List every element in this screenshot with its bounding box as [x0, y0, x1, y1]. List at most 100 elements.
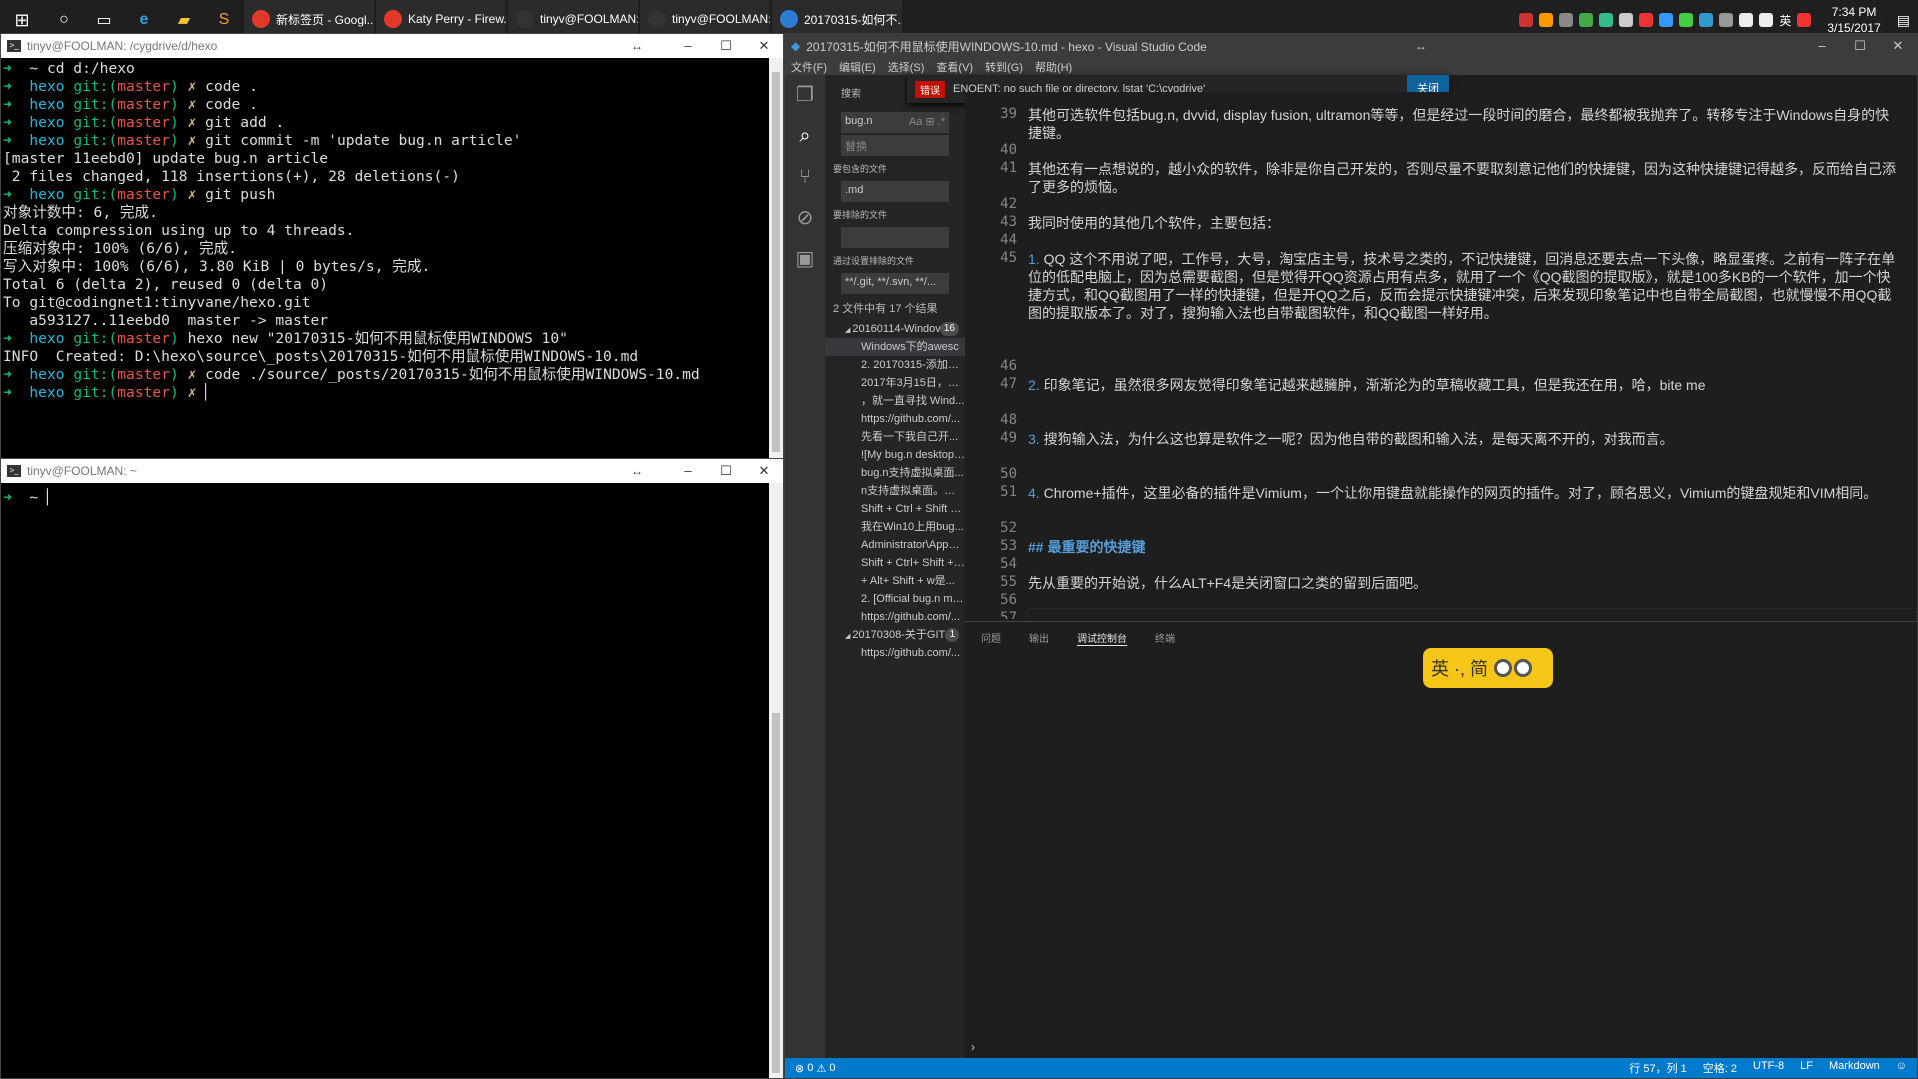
resize-icon[interactable]: ↔	[631, 464, 643, 478]
result-match[interactable]: bug.n支持虚拟桌面...	[825, 464, 965, 482]
ime-toolbar[interactable]: 英 ·, 简	[1423, 648, 1553, 688]
result-match[interactable]: ![My bug.n desktop ...	[825, 446, 965, 464]
minimize-button[interactable]: –	[669, 34, 707, 58]
terminal-window-2[interactable]: >_ tinyv@FOOLMAN: ~ ↔ – ☐ ✕ ➜ ~ ▏	[0, 458, 784, 1079]
panel-tab[interactable]: 问题	[981, 630, 1001, 646]
git-icon[interactable]: ⑂	[785, 157, 825, 198]
extensions-icon[interactable]: ▣	[785, 239, 825, 280]
result-match[interactable]: ，就一直寻找 Wind...	[825, 392, 965, 410]
panel-tab[interactable]: 调试控制台	[1077, 630, 1127, 646]
result-match[interactable]: https://github.com/...	[825, 410, 965, 428]
ime-icon[interactable]	[1797, 13, 1812, 27]
search-results: ◢ 20160114-Windov 16 Windows下的awesc 2. 2017…	[825, 320, 965, 662]
bluetooth-icon[interactable]	[1719, 13, 1734, 27]
menu-item[interactable]: 查看(V)	[936, 59, 973, 75]
result-text: 2017年3月15日，放...	[861, 377, 965, 389]
result-match[interactable]: Administrator\AppD...	[825, 536, 965, 554]
menu-item[interactable]: 选择(S)	[888, 59, 925, 75]
result-match[interactable]: 2017年3月15日，放...	[825, 374, 965, 392]
replace-input[interactable]: 替换	[841, 135, 949, 156]
panel-tab[interactable]: 终端	[1155, 630, 1175, 646]
language-mode[interactable]: Markdown	[1829, 1060, 1880, 1076]
scrollbar[interactable]	[769, 58, 783, 458]
include-input[interactable]: .md	[841, 181, 949, 202]
terminal-title-bar[interactable]: >_ tinyv@FOOLMAN: /cygdrive/d/hexo ↔ – ☐ ✕	[1, 34, 783, 58]
debug-icon[interactable]: ⊘	[785, 198, 825, 239]
result-file[interactable]: ◢ 20170308-关于GITI 1	[825, 626, 965, 644]
result-file[interactable]: ◢ 20160114-Windov 16	[825, 320, 965, 338]
tray-icon[interactable]	[1639, 13, 1654, 27]
tray-icon[interactable]	[1519, 13, 1534, 27]
tray-icon[interactable]	[1699, 13, 1714, 27]
tray-icon[interactable]	[1679, 13, 1694, 27]
terminal-output[interactable]: ➜ ~ ▏	[1, 483, 783, 1073]
tray-icon[interactable]	[1619, 13, 1634, 27]
window-title: tinyv@FOOLMAN: /cygdrive/d/hexo	[27, 39, 218, 53]
result-match[interactable]: 先看一下我自己开...	[825, 428, 965, 446]
vscode-title-bar[interactable]: ◆ 20170315-如何不用鼠标使用WINDOWS-10.md - hexo -…	[785, 34, 1917, 58]
explorer-icon[interactable]: ❐	[785, 75, 825, 116]
warning-count[interactable]: 0	[829, 1062, 835, 1074]
result-match[interactable]: + Alt+ Shift + w是...	[825, 572, 965, 590]
resize-icon[interactable]: ↔	[1415, 39, 1427, 53]
network-icon[interactable]	[1739, 13, 1754, 27]
menu-item[interactable]: 转到(G)	[985, 59, 1023, 75]
result-match[interactable]: https://github.com/...	[825, 608, 965, 626]
settings-exclude-label: 通过设置排除的文件	[833, 256, 915, 266]
result-match[interactable]: Windows下的awesc	[825, 338, 965, 356]
cursor-position[interactable]: 行 57，列 1	[1629, 1060, 1686, 1076]
maximize-button[interactable]: ☐	[707, 34, 745, 58]
close-button[interactable]: ✕	[745, 34, 783, 58]
exclude-input[interactable]	[841, 227, 949, 248]
tray-icon[interactable]	[1659, 13, 1674, 27]
result-text: https://github.com/...	[861, 413, 961, 425]
menu-item[interactable]: 编辑(E)	[839, 59, 876, 75]
close-button[interactable]: ✕	[745, 459, 783, 483]
result-match[interactable]: 我在Win10上用bug...	[825, 518, 965, 536]
search-icon[interactable]: ⌕	[785, 116, 825, 157]
tray-icon[interactable]	[1559, 13, 1574, 27]
result-match[interactable]: 2. [Official bug.n ma...	[825, 590, 965, 608]
minimize-button[interactable]: –	[1803, 34, 1841, 58]
error-count[interactable]: 0	[807, 1062, 813, 1074]
result-match[interactable]: 2. 20170315-添加内...	[825, 356, 965, 374]
terminal-window-1[interactable]: >_ tinyv@FOOLMAN: /cygdrive/d/hexo ↔ – ☐ ✕ …	[0, 33, 784, 459]
result-match[interactable]: Shift + Ctrl+ Shift + ...	[825, 554, 965, 572]
menu-item[interactable]: 文件(F)	[791, 59, 827, 75]
scrollbar[interactable]	[769, 483, 783, 1078]
maximize-button[interactable]: ☐	[707, 459, 745, 483]
menu-item[interactable]: 帮助(H)	[1035, 59, 1072, 75]
terminal-output[interactable]: ➜ ~ cd d:/hexo ➜ hexo git:(master) ✗ cod…	[1, 58, 769, 458]
feedback-icon[interactable]: ☺	[1896, 1060, 1907, 1076]
encoding[interactable]: UTF-8	[1753, 1060, 1784, 1076]
close-button[interactable]: ✕	[1879, 34, 1917, 58]
result-match[interactable]: n支持虚拟桌面。Wi...	[825, 482, 965, 500]
volume-icon[interactable]	[1759, 13, 1774, 27]
input-language-indicator[interactable]: 英	[1779, 12, 1791, 29]
result-text: 20160114-Windov	[852, 323, 941, 335]
notification-icon[interactable]: ▤	[1897, 12, 1910, 29]
minimize-button[interactable]: –	[669, 459, 707, 483]
result-match[interactable]: https://github.com/...	[825, 644, 965, 662]
indentation[interactable]: 空格: 2	[1703, 1060, 1737, 1076]
result-text: Shift + Ctrl+ Shift + ...	[861, 557, 965, 569]
taskbar-item-label: 新标签页 - Googl...	[276, 12, 374, 27]
resize-icon[interactable]: ↔	[631, 39, 643, 53]
window-title: tinyv@FOOLMAN: ~	[27, 464, 137, 478]
line-ending[interactable]: LF	[1800, 1060, 1813, 1076]
tray-icon[interactable]	[1579, 13, 1594, 27]
result-match[interactable]: Shift + Ctrl + Shift +...	[825, 500, 965, 518]
terminal-title-bar[interactable]: >_ tinyv@FOOLMAN: ~ ↔ – ☐ ✕	[1, 459, 783, 483]
maximize-button[interactable]: ☐	[1841, 34, 1879, 58]
result-text: ，就一直寻找 Wind...	[861, 395, 965, 407]
tray-icon[interactable]	[1539, 13, 1554, 27]
warning-icon[interactable]: ⚠	[816, 1062, 826, 1075]
settings-exclude-input[interactable]: **/.git, **/.svn, **/...	[841, 273, 949, 294]
search-input[interactable]: bug.n Aa ⊞ .*	[841, 112, 949, 133]
error-icon[interactable]: ⊗	[795, 1062, 804, 1075]
panel-tab[interactable]: 输出	[1029, 630, 1049, 646]
panel-prompt[interactable]: ›	[971, 1040, 975, 1054]
editor[interactable]: 39 其他可选软件包括bug.n, dvvid, display fusion, …	[965, 92, 1917, 619]
tray-icon[interactable]	[1599, 13, 1614, 27]
clock[interactable]: 7:34 PM 3/15/2017	[1827, 4, 1880, 36]
